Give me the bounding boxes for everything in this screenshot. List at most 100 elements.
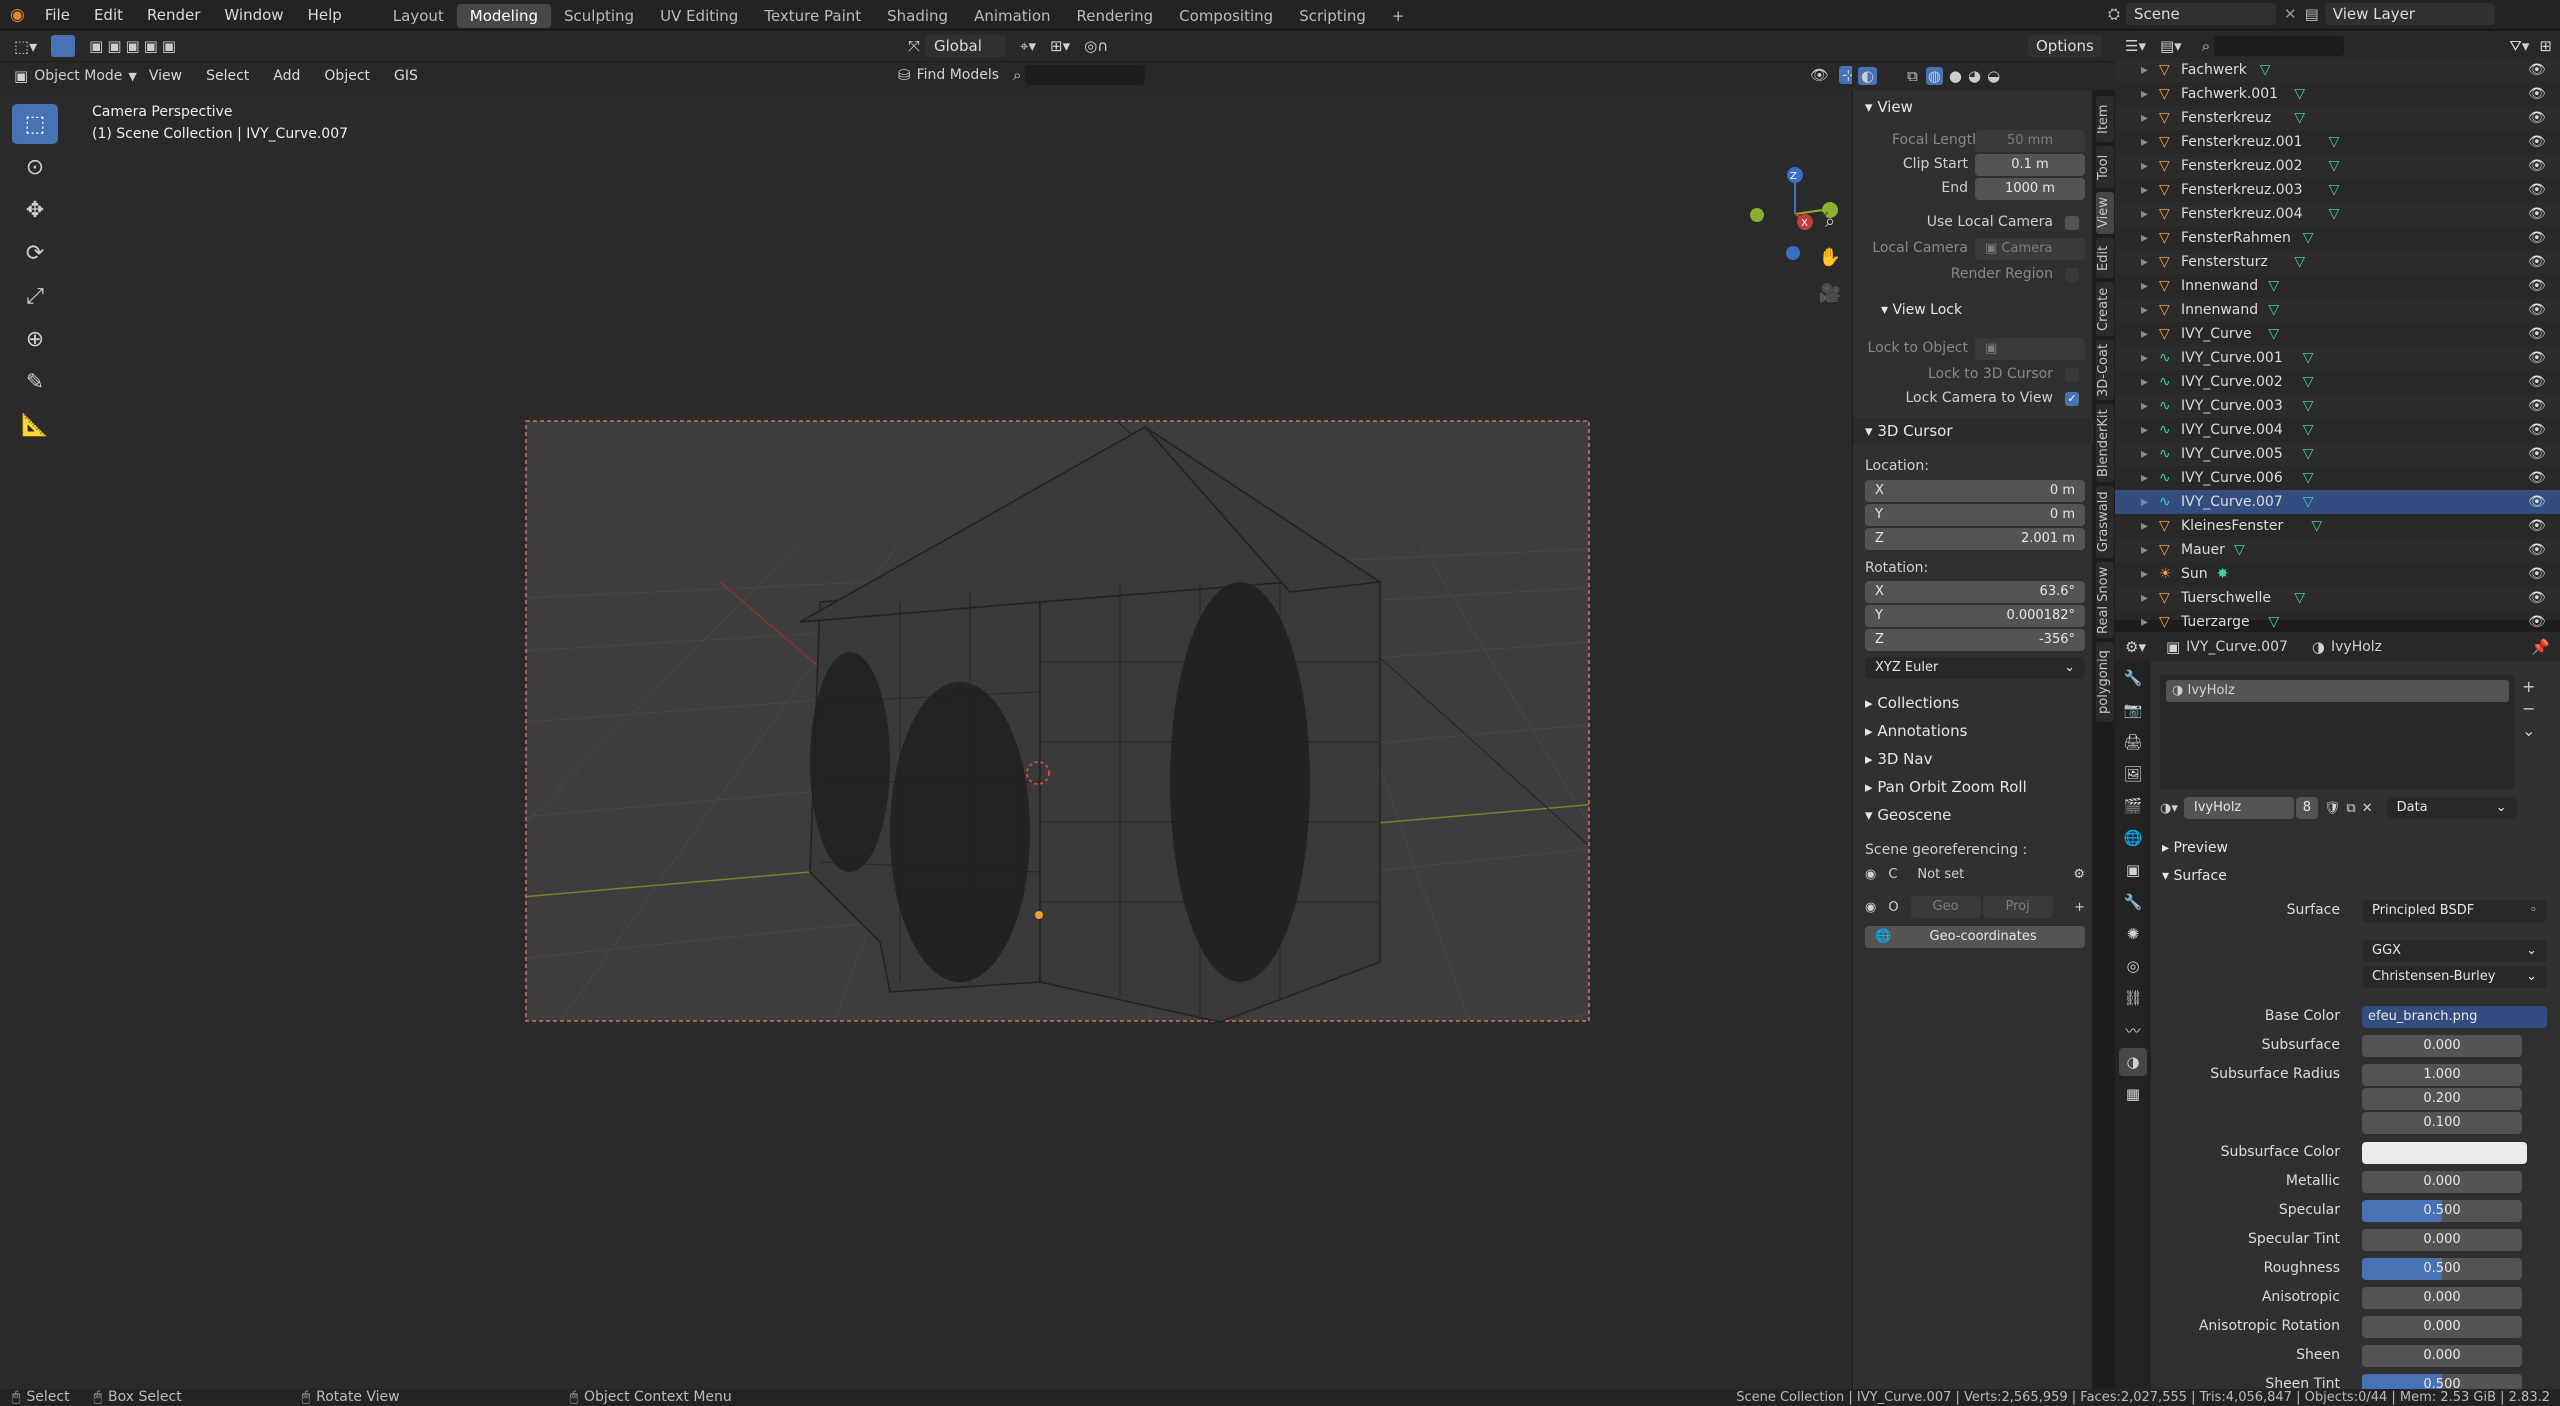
expand-arrow-icon[interactable]: ▸ xyxy=(2141,514,2148,538)
tab-blenderkit[interactable]: BlenderKit xyxy=(2096,404,2114,482)
duplicate-material-icon[interactable]: ⧉ xyxy=(2346,801,2355,816)
location-y-field[interactable]: Y0 m xyxy=(1865,504,2085,526)
view-layer-field[interactable]: View Layer xyxy=(2324,3,2495,25)
cursor-panel-header[interactable]: ▾ 3D Cursor xyxy=(1853,418,2093,444)
outliner-row[interactable]: ▸ ▽ Fachwerk.001 ▽ 👁 xyxy=(2115,82,2560,106)
menu-edit[interactable]: Edit xyxy=(82,0,135,30)
tab-3d-coat[interactable]: 3D-Coat xyxy=(2096,340,2114,400)
solid-shading-icon[interactable]: ● xyxy=(1949,67,1962,85)
outliner-row[interactable]: ▸ ▽ Innenwand ▽ 👁 xyxy=(2115,274,2560,298)
menu-help[interactable]: Help xyxy=(296,0,354,30)
visibility-eye-icon[interactable]: 👁 xyxy=(2528,250,2546,274)
physics-icon[interactable]: ◎ xyxy=(2119,952,2147,980)
outliner-row[interactable]: ▸ ∿ IVY_Curve.003 ▽ 👁 xyxy=(2115,394,2560,418)
visibility-icon[interactable]: 👁 xyxy=(1810,66,1829,84)
camera-view-icon[interactable]: 🎥 xyxy=(1815,276,1845,312)
expand-arrow-icon[interactable]: ▸ xyxy=(2141,610,2148,634)
visibility-eye-icon[interactable]: 👁 xyxy=(2528,466,2546,490)
snap-icon[interactable]: ⊞▾ xyxy=(1050,37,1070,55)
add-icon[interactable]: + xyxy=(2074,900,2085,915)
location-z-field[interactable]: Z 2.001 m xyxy=(1865,528,2085,550)
remove-slot-button[interactable]: − xyxy=(2522,698,2535,720)
visibility-eye-icon[interactable]: 👁 xyxy=(2528,106,2546,130)
visibility-eye-icon[interactable]: 👁 xyxy=(2528,202,2546,226)
focal-length-field[interactable]: 50 mm xyxy=(1975,130,2085,152)
menu-window[interactable]: Window xyxy=(212,0,295,30)
lock-to-cursor-checkbox[interactable] xyxy=(2065,368,2079,382)
expand-arrow-icon[interactable]: ▸ xyxy=(2141,106,2148,130)
expand-arrow-icon[interactable]: ▸ xyxy=(2141,82,2148,106)
visibility-eye-icon[interactable]: 👁 xyxy=(2528,322,2546,346)
tab-polygoniq[interactable]: polygoniq xyxy=(2096,642,2114,722)
expand-arrow-icon[interactable]: ▸ xyxy=(2141,586,2148,610)
location-x-field[interactable]: X0 m xyxy=(1865,480,2085,502)
zoom-icon[interactable]: ⌕ xyxy=(1815,204,1845,240)
expand-arrow-icon[interactable]: ▸ xyxy=(2141,490,2148,514)
property-value-field[interactable]: 0.000 xyxy=(2362,1171,2522,1193)
visibility-eye-icon[interactable]: 👁 xyxy=(2528,346,2546,370)
collections-panel-header[interactable]: ▸ Collections xyxy=(1853,690,2093,716)
expand-arrow-icon[interactable]: ▸ xyxy=(2141,370,2148,394)
slot-menu-icon[interactable]: ⌄ xyxy=(2522,720,2535,742)
visibility-eye-icon[interactable]: 👁 xyxy=(2528,154,2546,178)
property-value-field[interactable]: 0.000 xyxy=(2362,1035,2522,1057)
cursor-icon[interactable]: ⊙ xyxy=(12,147,58,187)
geo-coordinates-button[interactable]: 🌐 Geo-coordinates xyxy=(1865,926,2085,948)
find-models-dropdown[interactable]: Find Models xyxy=(917,67,999,83)
lock-to-object-field[interactable]: ▣ xyxy=(1975,338,2085,360)
annotations-panel-header[interactable]: ▸ Annotations xyxy=(1853,718,2093,744)
pan-orbit-panel-header[interactable]: ▸ Pan Orbit Zoom Roll xyxy=(1853,774,2093,800)
scale-icon[interactable]: ⤢ xyxy=(12,276,58,316)
outliner-row[interactable]: ▸ ▽ IVY_Curve ▽ 👁 xyxy=(2115,322,2560,346)
outliner-row[interactable]: ▸ ▽ Tuerzarge ▽ 👁 xyxy=(2115,610,2560,634)
select-mode-icons[interactable]: ▣▣▣▣▣ xyxy=(89,37,180,55)
new-collection-icon[interactable]: ⊞ xyxy=(2539,37,2552,55)
expand-arrow-icon[interactable]: ▸ xyxy=(2141,538,2148,562)
tab-graswald[interactable]: Graswald xyxy=(2096,486,2114,558)
visibility-eye-icon[interactable]: 👁 xyxy=(2528,586,2546,610)
world-icon[interactable]: 🌐 xyxy=(2119,824,2147,852)
property-value-field[interactable]: 0.000 xyxy=(2362,1287,2522,1309)
outliner-search-input[interactable] xyxy=(2214,36,2345,56)
geo-button[interactable]: Geo xyxy=(1910,896,1981,918)
visibility-eye-icon[interactable]: 👁 xyxy=(2528,226,2546,250)
surface-shader-dropdown[interactable]: Principled BSDF ◦ xyxy=(2362,900,2547,922)
outliner-row[interactable]: ▸ ∿ IVY_Curve.005 ▽ 👁 xyxy=(2115,442,2560,466)
view-panel-header[interactable]: ▾ View xyxy=(1853,94,2092,120)
tab-edit[interactable]: Edit xyxy=(2096,238,2114,278)
scene-field[interactable]: Scene xyxy=(2126,3,2277,25)
visibility-eye-icon[interactable]: 👁 xyxy=(2528,538,2546,562)
material-name-field[interactable]: IvyHolz xyxy=(2183,797,2294,819)
expand-arrow-icon[interactable]: ▸ xyxy=(2141,58,2148,82)
material-slot-item[interactable]: ◑ IvyHolz xyxy=(2166,680,2509,702)
expand-arrow-icon[interactable]: ▸ xyxy=(2141,562,2148,586)
tab-modeling[interactable]: Modeling xyxy=(456,4,552,28)
texture-icon[interactable]: ▦ xyxy=(2119,1080,2147,1108)
transform-icon[interactable]: ⊕ xyxy=(12,319,58,359)
particles-icon[interactable]: ✺ xyxy=(2119,920,2147,948)
tool-settings-icon[interactable]: 🔧 xyxy=(2119,664,2147,692)
visibility-eye-icon[interactable]: 👁 xyxy=(2528,418,2546,442)
visibility-eye-icon[interactable]: 👁 xyxy=(2528,442,2546,466)
tab-sculpting[interactable]: Sculpting xyxy=(551,4,647,28)
outliner-row[interactable]: ▸ ▽ Fenstersturz ▽ 👁 xyxy=(2115,250,2560,274)
outliner-row[interactable]: ▸ ▽ Fensterkreuz ▽ 👁 xyxy=(2115,106,2560,130)
visibility-eye-icon[interactable]: 👁 xyxy=(2528,610,2546,634)
close-scene-icon[interactable]: ✕ xyxy=(2284,5,2297,23)
property-value-field[interactable]: 0.000 xyxy=(2362,1229,2522,1251)
distribution-dropdown[interactable]: GGX ⌄ xyxy=(2362,940,2547,962)
outliner-row[interactable]: ▸ ▽ Fachwerk ▽ 👁 xyxy=(2115,58,2560,82)
outliner-row[interactable]: ▸ ▽ FensterRahmen ▽ 👁 xyxy=(2115,226,2560,250)
material-shading-icon[interactable]: ◕ xyxy=(1968,67,1981,85)
tab-layout[interactable]: Layout xyxy=(380,4,457,28)
3d-viewport[interactable]: Y Z X Camera Perspective (1) Scene Colle… xyxy=(0,62,1852,1389)
render-icon[interactable]: 📷 xyxy=(2119,696,2147,724)
proportional-edit-icon[interactable]: ◎∩ xyxy=(1084,37,1108,55)
visibility-eye-icon[interactable]: 👁 xyxy=(2528,298,2546,322)
rotation-mode-dropdown[interactable]: XYZ Euler ⌄ xyxy=(1865,657,2085,679)
outliner-row[interactable]: ▸ ▽ Innenwand ▽ 👁 xyxy=(2115,298,2560,322)
pivot-icon[interactable]: ⌖▾ xyxy=(1020,37,1036,55)
blender-logo-icon[interactable]: ◉ xyxy=(10,5,25,25)
tab-shading[interactable]: Shading xyxy=(874,4,961,28)
visibility-eye-icon[interactable]: 👁 xyxy=(2528,394,2546,418)
